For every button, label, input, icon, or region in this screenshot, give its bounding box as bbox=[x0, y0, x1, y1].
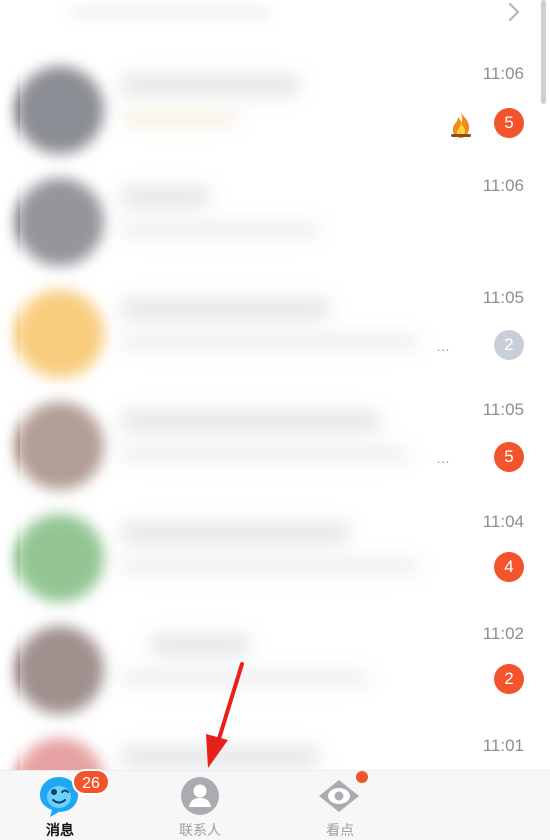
blurred-contact-name bbox=[120, 298, 330, 320]
tab-label: 看点 bbox=[326, 822, 354, 838]
unread-badge: 5 bbox=[494, 442, 524, 472]
chat-row[interactable]: 11:06 bbox=[0, 156, 550, 268]
blurred-contact-name bbox=[120, 410, 380, 432]
preview-ellipsis: … bbox=[436, 450, 451, 466]
blurred-message-preview bbox=[120, 222, 320, 238]
message-time: 11:04 bbox=[482, 512, 524, 531]
new-content-dot bbox=[356, 771, 368, 783]
tab-discover[interactable]: 看点 bbox=[260, 771, 420, 840]
unread-badge: 4 bbox=[494, 552, 524, 582]
message-time: 11:05 bbox=[482, 400, 524, 419]
unread-badge: 2 bbox=[494, 330, 524, 360]
eye-icon bbox=[319, 780, 359, 812]
blurred-message-preview bbox=[120, 670, 370, 686]
chat-list[interactable]: 11:06 5 11:06 … 11:05 2 … 11:05 5 11:04 … bbox=[0, 0, 550, 770]
unread-total-badge: 26 bbox=[72, 769, 110, 795]
message-time: 11:06 bbox=[482, 176, 524, 195]
unread-badge: 2 bbox=[494, 664, 524, 694]
preview-ellipsis: … bbox=[436, 338, 451, 354]
blurred-contact-name bbox=[120, 74, 300, 96]
blurred-contact-name bbox=[150, 634, 250, 656]
chat-row[interactable]: 11:02 2 bbox=[0, 604, 550, 716]
blurred-message-preview bbox=[120, 110, 240, 126]
chat-row[interactable]: 11:01 bbox=[0, 716, 550, 770]
blurred-contact-name bbox=[120, 522, 350, 544]
message-time: 11:05 bbox=[482, 288, 524, 307]
blurred-message-preview bbox=[120, 446, 410, 462]
bottom-tab-bar: 26 消息 联系人 看点 bbox=[0, 769, 550, 840]
tab-messages[interactable]: 26 消息 bbox=[0, 769, 140, 840]
message-time: 11:01 bbox=[482, 736, 524, 755]
chat-row[interactable]: 11:06 5 bbox=[0, 44, 550, 156]
unread-badge: 5 bbox=[494, 108, 524, 138]
blurred-message-preview bbox=[120, 558, 420, 574]
avatar bbox=[16, 290, 104, 378]
chat-row[interactable]: 11:04 4 bbox=[0, 492, 550, 604]
blurred-message-preview bbox=[120, 334, 420, 350]
fire-icon bbox=[451, 112, 471, 138]
tab-label: 消息 bbox=[46, 822, 74, 838]
blurred-contact-name bbox=[120, 186, 210, 208]
avatar bbox=[16, 402, 104, 490]
avatar bbox=[16, 626, 104, 714]
top-entry-row[interactable] bbox=[0, 0, 550, 36]
tab-contacts[interactable]: 联系人 bbox=[120, 771, 280, 840]
avatar bbox=[16, 66, 104, 154]
message-time: 11:02 bbox=[482, 624, 524, 643]
contact-person-icon bbox=[181, 777, 219, 815]
chevron-right-icon bbox=[508, 2, 520, 22]
chat-row[interactable]: … 11:05 2 bbox=[0, 268, 550, 380]
chat-row[interactable]: … 11:05 5 bbox=[0, 380, 550, 492]
avatar bbox=[16, 514, 104, 602]
blurred-contact-name bbox=[120, 746, 320, 768]
scrollbar[interactable] bbox=[541, 0, 546, 104]
tab-label: 联系人 bbox=[179, 822, 221, 838]
avatar bbox=[16, 738, 104, 770]
blurred-entry-text bbox=[70, 6, 270, 20]
avatar bbox=[16, 178, 104, 266]
message-time: 11:06 bbox=[482, 64, 524, 83]
